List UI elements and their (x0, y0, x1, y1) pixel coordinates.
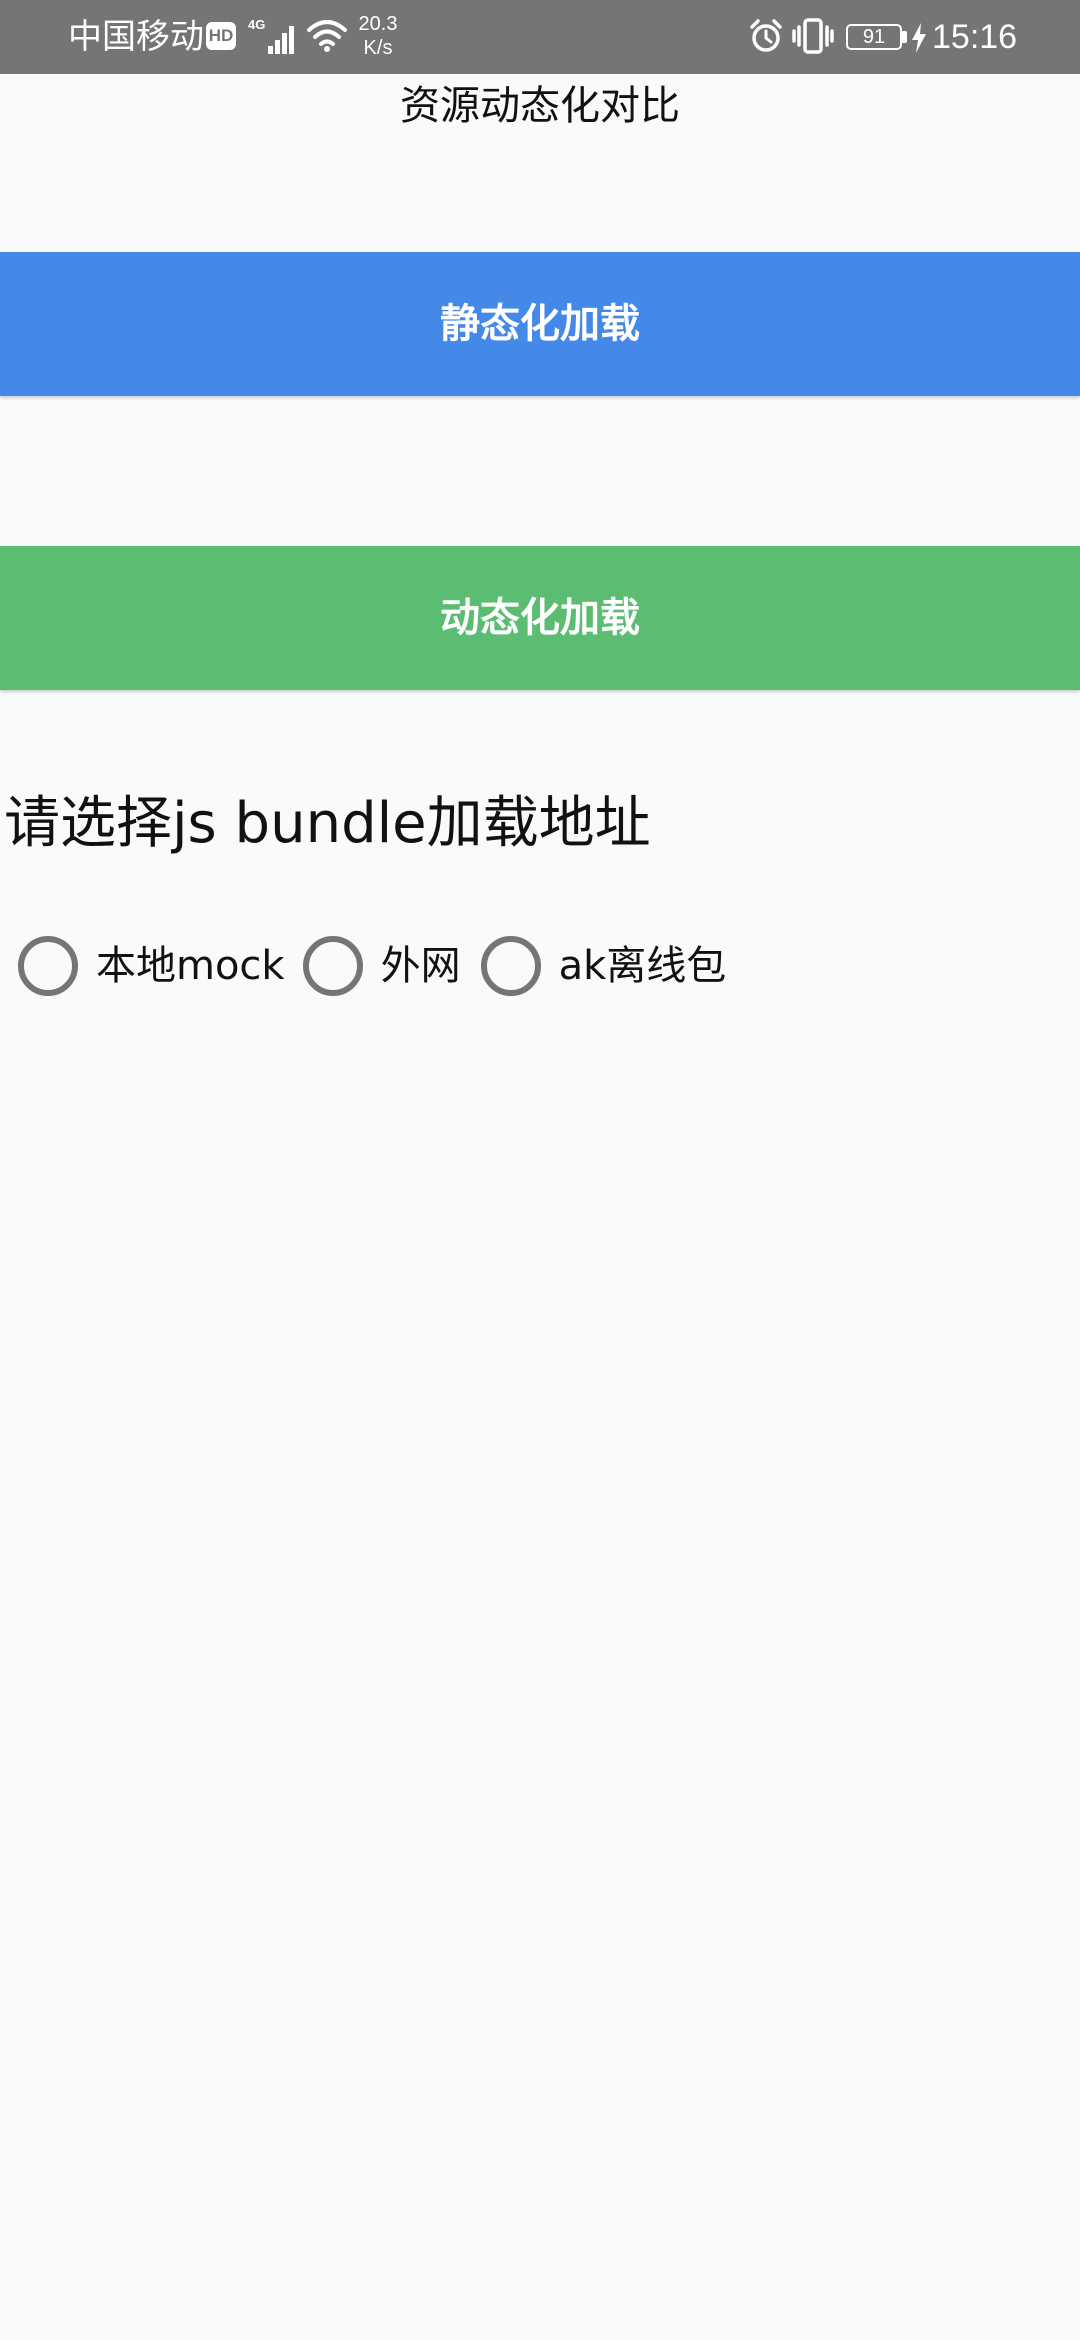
dynamic-load-button[interactable]: 动态化加载 (0, 546, 1080, 690)
battery-icon: 91 (846, 24, 902, 50)
network-speed: 20.3 K/s (354, 12, 402, 60)
alarm-icon (750, 19, 782, 52)
charging-icon (912, 23, 926, 53)
network-type: 4G (248, 17, 265, 32)
speed-unit: K/s (363, 37, 393, 59)
radio-option-external-network[interactable]: 外网 (302, 936, 461, 996)
radio-unchecked-icon[interactable] (302, 936, 363, 996)
page-title: 资源动态化对比 (400, 83, 680, 129)
battery-tip (902, 31, 907, 43)
vibrate-icon (792, 18, 834, 54)
radio-unchecked-icon[interactable] (18, 936, 78, 996)
clock: 15:16 (932, 18, 1018, 56)
radio-label-external-network: 外网 (380, 943, 461, 989)
radio-label-local-mock: 本地mock (96, 943, 285, 989)
wifi-icon (307, 20, 347, 52)
bundle-source-radio-group: 本地mock 外网 ak离线包 (18, 934, 726, 998)
bundle-source-label: 请选择js bundle加载地址 (4, 791, 651, 856)
radio-option-ak-offline-package[interactable]: ak离线包 (480, 936, 727, 996)
speed-value: 20.3 (358, 13, 398, 35)
static-load-button[interactable]: 静态化加载 (0, 252, 1080, 396)
radio-option-local-mock[interactable]: 本地mock (18, 936, 285, 996)
radio-label-ak-offline-package: ak离线包 (558, 943, 727, 989)
carrier-name: 中国移动 (68, 17, 204, 57)
signal-icon: 4G (248, 17, 294, 54)
app-screen: 中国移动 HD 4G 20.3 K/s 91 15:16 资源动态化对比 静态化… (0, 0, 1080, 2340)
hd-icon: HD (206, 22, 236, 50)
radio-unchecked-icon[interactable] (480, 936, 541, 996)
status-bar: 中国移动 HD 4G 20.3 K/s 91 15:16 (0, 0, 1080, 74)
